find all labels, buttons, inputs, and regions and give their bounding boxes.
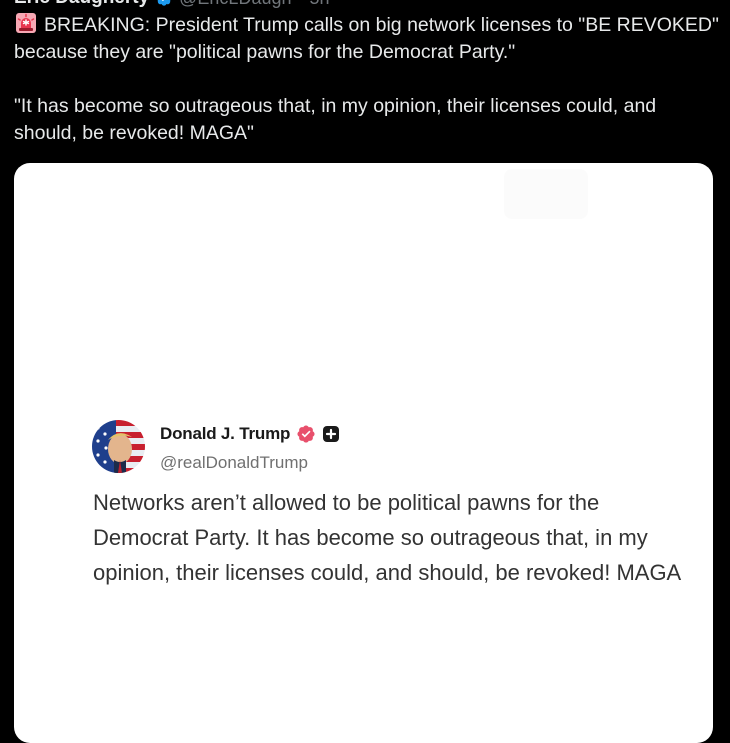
truth-author-handle: @realDonaldTrump: [160, 453, 308, 472]
tweet-text: BREAKING: President Trump calls on big n…: [14, 11, 719, 147]
profile-avatar: [92, 420, 145, 473]
plus-badge-icon: [323, 426, 340, 442]
more-options-icon[interactable]: [660, 0, 684, 6]
avatar-illustration: [92, 420, 145, 473]
author-handle[interactable]: @EricLDaugh: [179, 0, 291, 9]
verified-badge-icon: [297, 425, 315, 443]
time-separator: ·: [297, 0, 303, 9]
tweet-headline: BREAKING: President Trump calls on big n…: [14, 14, 719, 63]
truth-author-name: Donald J. Trump: [160, 424, 291, 443]
tweet-author-row: Eric Daugherty @EricLDaugh · 5h: [14, 0, 330, 8]
tweet-time[interactable]: 5h: [309, 0, 329, 9]
truth-author-row: Donald J. Trump: [160, 424, 340, 444]
truth-post-body: Networks aren’t allowed to be political …: [93, 490, 682, 585]
rotating-light-icon: [16, 13, 36, 33]
tweet: Eric Daugherty @EricLDaugh · 5h BREAKING…: [0, 0, 730, 743]
tweet-quote: "It has become so outrageous that, in my…: [14, 95, 657, 144]
verified-badge-icon: [157, 0, 171, 6]
image-artifact: [504, 169, 588, 219]
tweet-media-image[interactable]: Donald J. Trump @realDonaldTrump Network…: [14, 163, 713, 743]
tweet-headline-paragraph: BREAKING: President Trump calls on big n…: [14, 11, 719, 66]
author-name[interactable]: Eric Daugherty: [14, 0, 149, 9]
